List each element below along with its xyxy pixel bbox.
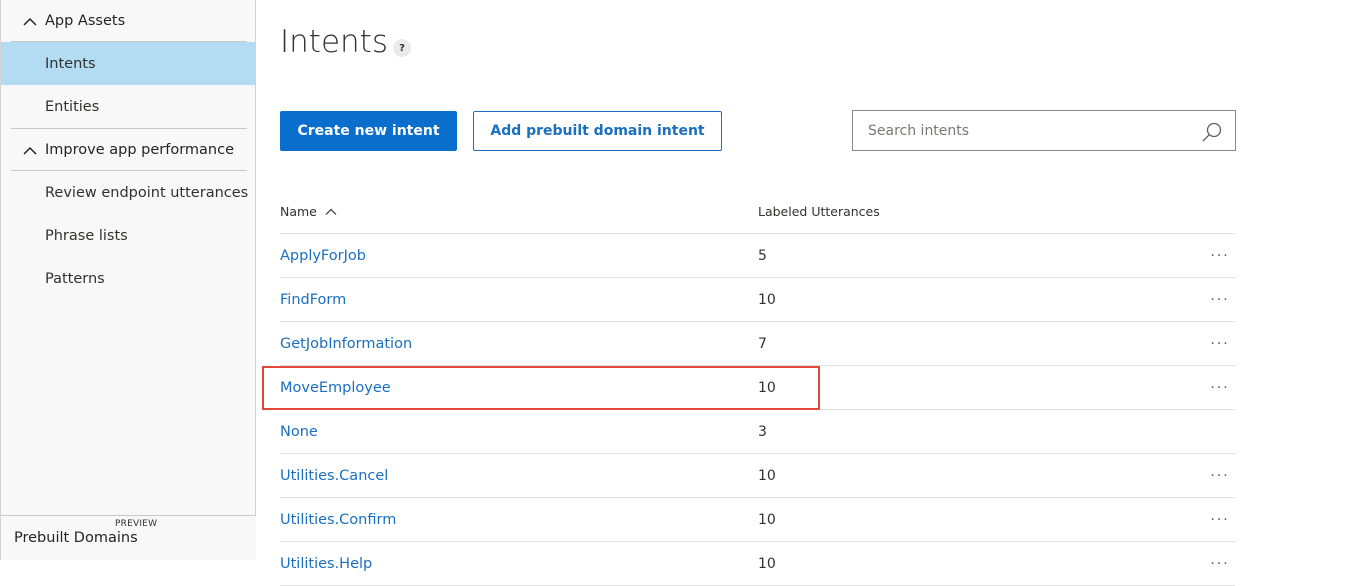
more-options-icon[interactable]: ··· — [1205, 498, 1235, 541]
preview-badge: PREVIEW — [115, 519, 158, 529]
sidebar-item-review-endpoint-utterances[interactable]: Review endpoint utterances — [1, 171, 256, 214]
more-options-icon[interactable]: ··· — [1205, 366, 1235, 409]
more-options-icon[interactable]: ··· — [1205, 322, 1235, 365]
table-row[interactable]: GetJobInformation 7 ··· — [280, 322, 1235, 366]
column-header-labeled-utterances[interactable]: Labeled Utterances — [758, 190, 880, 233]
utterance-count: 3 — [758, 423, 767, 440]
create-new-intent-button[interactable]: Create new intent — [280, 111, 457, 151]
prebuilt-domains-label: Prebuilt Domains — [14, 530, 138, 546]
utterance-count: 7 — [758, 335, 767, 352]
more-options-icon[interactable]: ··· — [1205, 542, 1235, 585]
search-box — [852, 110, 1236, 151]
column-header-label: Name — [280, 204, 317, 219]
intent-name-link[interactable]: ApplyForJob — [280, 234, 366, 277]
sidebar-item-phrase-lists[interactable]: Phrase lists — [1, 214, 256, 257]
section-improve-performance[interactable]: Improve app performance — [11, 129, 247, 171]
column-header-name[interactable]: Name — [280, 190, 337, 233]
table-row[interactable]: FindForm 10 ··· — [280, 278, 1235, 322]
utterance-count: 10 — [758, 511, 776, 528]
intent-name-link[interactable]: GetJobInformation — [280, 322, 412, 365]
table-row[interactable]: None 3 — [280, 410, 1235, 454]
search-icon[interactable] — [1201, 121, 1223, 143]
sidebar: App Assets Intents Entities Improve app … — [0, 0, 256, 560]
table-row[interactable]: ApplyForJob 5 ··· — [280, 234, 1235, 278]
utterance-count: 10 — [758, 555, 776, 572]
section-app-assets[interactable]: App Assets — [11, 0, 247, 42]
utterance-count: 10 — [758, 291, 776, 308]
utterance-count: 10 — [758, 467, 776, 484]
help-icon[interactable]: ? — [393, 39, 411, 57]
more-options-icon[interactable]: ··· — [1205, 234, 1235, 277]
page-title: Intents — [280, 24, 388, 60]
intent-name-link[interactable]: Utilities.Cancel — [280, 454, 388, 497]
more-options-icon[interactable]: ··· — [1205, 454, 1235, 497]
chevron-up-icon — [17, 0, 43, 42]
prebuilt-domains-link[interactable]: PREVIEW Prebuilt Domains — [1, 515, 256, 560]
table-row[interactable]: Utilities.Cancel 10 ··· — [280, 454, 1235, 498]
more-options-icon[interactable]: ··· — [1205, 278, 1235, 321]
section-label: Improve app performance — [45, 142, 234, 158]
chevron-up-icon — [17, 129, 43, 171]
highlight-annotation-box — [262, 366, 820, 410]
sidebar-item-intents[interactable]: Intents — [1, 42, 256, 85]
sidebar-item-entities[interactable]: Entities — [1, 85, 256, 128]
utterance-count: 5 — [758, 247, 767, 264]
add-prebuilt-domain-intent-button[interactable]: Add prebuilt domain intent — [473, 111, 722, 151]
table-row[interactable]: Utilities.Help 10 ··· — [280, 542, 1235, 586]
section-label: App Assets — [45, 13, 126, 29]
intent-name-link[interactable]: Utilities.Confirm — [280, 498, 396, 541]
intent-name-link[interactable]: Utilities.Help — [280, 542, 372, 585]
intent-name-link[interactable]: FindForm — [280, 278, 346, 321]
intent-name-link[interactable]: None — [280, 410, 318, 453]
sort-ascending-icon — [325, 208, 337, 215]
table-row[interactable]: Utilities.Confirm 10 ··· — [280, 498, 1235, 542]
sidebar-item-patterns[interactable]: Patterns — [1, 257, 256, 300]
search-input[interactable] — [854, 112, 1184, 149]
